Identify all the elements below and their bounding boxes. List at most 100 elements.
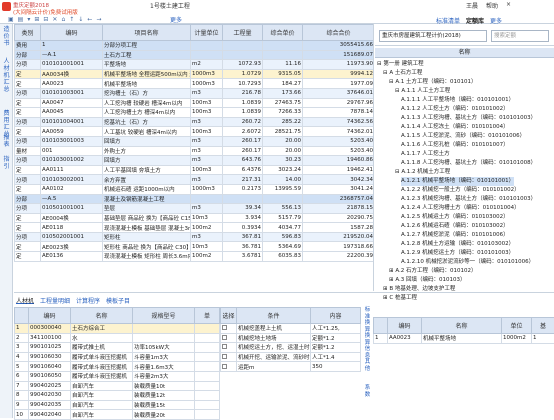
insert-icon[interactable]: ⊞ bbox=[34, 16, 39, 23]
table-cell[interactable]: AE0004换 bbox=[41, 213, 103, 223]
table-cell[interactable]: 斗容量1.6m3大 bbox=[133, 362, 195, 372]
table-cell[interactable]: 10m3 bbox=[191, 242, 223, 252]
table-row[interactable]: 4990106030履带式单斗液压挖掘机斗容量1m3大 bbox=[15, 352, 220, 362]
tree-node[interactable]: A.1.2.3 机械挖沟槽、基坑土方（编码：010101003） bbox=[401, 195, 536, 204]
table-cell[interactable]: 外购土方 bbox=[103, 146, 191, 156]
tree-node[interactable]: A.1.2.10 机械挖淤泥流砂等一（编码：010101006） bbox=[401, 258, 534, 267]
table-cell[interactable] bbox=[195, 352, 220, 362]
table-cell[interactable]: 分项 bbox=[15, 136, 41, 146]
table-cell[interactable]: 6035.83 bbox=[263, 252, 303, 262]
table-cell[interactable]: 现浇混凝土模板 矩形柱 周长3.6m内 bbox=[103, 252, 191, 262]
table-cell[interactable]: AA0045 bbox=[41, 108, 103, 118]
table-cell[interactable]: 219520.04 bbox=[303, 232, 375, 242]
table-cell[interactable]: 5203.40 bbox=[303, 146, 375, 156]
table-cell[interactable]: 184.27 bbox=[263, 79, 303, 89]
table-cell[interactable] bbox=[223, 41, 263, 51]
table-cell[interactable] bbox=[223, 50, 263, 60]
table-cell[interactable]: 100m3 bbox=[191, 98, 223, 108]
rb-header-1[interactable]: 名称 bbox=[422, 318, 502, 334]
table-cell[interactable]: 990402030 bbox=[29, 391, 71, 401]
table-cell[interactable]: 197318.66 bbox=[303, 242, 375, 252]
table-cell[interactable]: 151689.07 bbox=[303, 50, 375, 60]
table-cell[interactable]: —A.5 bbox=[41, 194, 103, 204]
table-cell[interactable] bbox=[195, 343, 220, 353]
checkbox[interactable] bbox=[222, 354, 227, 359]
table-cell[interactable]: 履带式单斗液压挖掘机 bbox=[71, 371, 133, 381]
table-cell[interactable]: 定 bbox=[15, 98, 41, 108]
table-cell[interactable]: 990402035 bbox=[29, 400, 71, 410]
table-cell[interactable]: 1587.28 bbox=[303, 223, 375, 233]
table-cell[interactable]: 定额*1.2 bbox=[311, 333, 361, 343]
table-cell[interactable]: 土石方工程 bbox=[103, 50, 191, 60]
table-cell[interactable]: 定 bbox=[15, 223, 41, 233]
table-cell[interactable]: 0.2173 bbox=[223, 184, 263, 194]
table-cell[interactable]: 27463.75 bbox=[263, 98, 303, 108]
table-cell[interactable]: 矩形柱 bbox=[103, 232, 191, 242]
table-cell[interactable]: AA0023 bbox=[41, 79, 103, 89]
table-cell[interactable] bbox=[191, 41, 223, 51]
table-cell[interactable]: 350 bbox=[311, 362, 361, 372]
tree-node[interactable]: ⊟ A.1 土方工程（编码：010101） bbox=[389, 78, 477, 87]
nav-item-1[interactable]: 人材机汇总 bbox=[1, 58, 12, 93]
table-row[interactable]: 1AA0023机械平整场地1000m21 bbox=[374, 334, 554, 344]
table-cell[interactable]: 39.34 bbox=[223, 204, 263, 214]
table-cell[interactable]: 人工挖沟槽 较硬岩 槽深4m以内 bbox=[103, 98, 191, 108]
table-cell[interactable]: 费用 bbox=[15, 41, 41, 51]
table-cell[interactable]: 596.83 bbox=[263, 232, 303, 242]
table-cell[interactable]: 9994.12 bbox=[303, 69, 375, 79]
table-cell[interactable]: 余方弃置 bbox=[103, 175, 191, 185]
table-row[interactable]: 定AE0004换基础垫层 商品砼 换为【商品砼 C15】10m33.934515… bbox=[15, 213, 375, 223]
close-icon[interactable]: × bbox=[506, 1, 511, 10]
table-cell[interactable]: 自卸汽车 bbox=[71, 391, 133, 401]
table-cell[interactable]: 现浇混凝土模板 基础垫层 混凝土3m内 bbox=[103, 223, 191, 233]
table-row[interactable]: 8990402030自卸汽车装载质量12t bbox=[15, 391, 220, 401]
table-cell[interactable]: 定 bbox=[15, 69, 41, 79]
table-cell[interactable]: 173.66 bbox=[263, 88, 303, 98]
tree-node[interactable]: A.1.2.7 机械挖淤泥（编码：010101006） bbox=[401, 231, 509, 240]
conv-header-2[interactable]: 内容 bbox=[311, 308, 361, 324]
tree-node[interactable]: ⊟ A.1.1 人工土方工程 bbox=[395, 87, 450, 96]
table-cell[interactable]: 643.76 bbox=[223, 156, 263, 166]
table-cell[interactable]: 分项 bbox=[15, 175, 41, 185]
table-row[interactable]: 分部—A.1土石方工程151689.07 bbox=[15, 50, 375, 60]
grid-header-1[interactable]: 编码 bbox=[41, 25, 103, 41]
table-cell[interactable]: 分部 bbox=[15, 194, 41, 204]
table-row[interactable]: 7990402025自卸汽车装载质量10t bbox=[15, 381, 220, 391]
rb-header-3[interactable]: 基 bbox=[532, 318, 554, 334]
table-row[interactable]: 定AE0023换矩形柱 商品砼 换为【商品砼 C30】10m336.781536… bbox=[15, 242, 375, 252]
table-cell[interactable]: 机械平整场地 全程运距500m以内 运距≤250m以内 bbox=[103, 69, 191, 79]
table-cell[interactable]: AA0023 bbox=[388, 334, 422, 344]
table-cell[interactable] bbox=[195, 391, 220, 401]
table-cell[interactable] bbox=[191, 194, 223, 204]
table-cell[interactable]: 3.934 bbox=[223, 213, 263, 223]
tree-node[interactable]: A.1.1.8 人工挖沟槽、基坑土方（编码：010101008） bbox=[401, 159, 536, 168]
select-cell[interactable] bbox=[221, 324, 237, 334]
table-cell[interactable] bbox=[195, 371, 220, 381]
table-cell[interactable]: 7878.14 bbox=[303, 108, 375, 118]
tree-node[interactable]: ⊞ A.3 回填（编码：010103） bbox=[389, 276, 466, 285]
table-cell[interactable]: 3.6781 bbox=[223, 252, 263, 262]
table-cell[interactable]: 100m2 bbox=[191, 252, 223, 262]
table-cell[interactable]: m2 bbox=[191, 60, 223, 70]
table-cell[interactable]: 13995.59 bbox=[263, 184, 303, 194]
table-cell[interactable]: 010101003001 bbox=[41, 88, 103, 98]
table-cell[interactable]: 285.22 bbox=[263, 117, 303, 127]
table-cell[interactable]: 定 bbox=[15, 252, 41, 262]
table-cell[interactable]: 001 bbox=[41, 146, 103, 156]
table-cell[interactable]: 定 bbox=[15, 184, 41, 194]
tree-node[interactable]: ⊞ A.2 石方工程（编码：010102） bbox=[389, 267, 477, 276]
table-cell[interactable]: 11973.90 bbox=[303, 60, 375, 70]
table-cell[interactable]: 1 bbox=[41, 41, 103, 51]
table-cell[interactable]: 定额*1.2 bbox=[311, 343, 361, 353]
table-cell[interactable]: 履带式推土机 bbox=[71, 343, 133, 353]
table-cell[interactable]: 履带式单斗液压挖掘机 bbox=[71, 362, 133, 372]
table-row[interactable]: 定AA0023机械平整场地1000m310.7293184.271977.09 bbox=[15, 79, 375, 89]
table-row[interactable]: 运距m350 bbox=[221, 362, 361, 372]
grid-header-5[interactable]: 综合单价 bbox=[263, 25, 303, 41]
filter-icon[interactable]: ▾ bbox=[27, 16, 30, 23]
table-cell[interactable]: 人工*1.25, bbox=[311, 324, 361, 334]
table-cell[interactable]: m3 bbox=[191, 232, 223, 242]
table-row[interactable]: 3990101025履带式推土机功率105kW大 bbox=[15, 343, 220, 353]
table-cell[interactable]: 5203.40 bbox=[303, 136, 375, 146]
table-cell[interactable]: 垫层 bbox=[103, 204, 191, 214]
